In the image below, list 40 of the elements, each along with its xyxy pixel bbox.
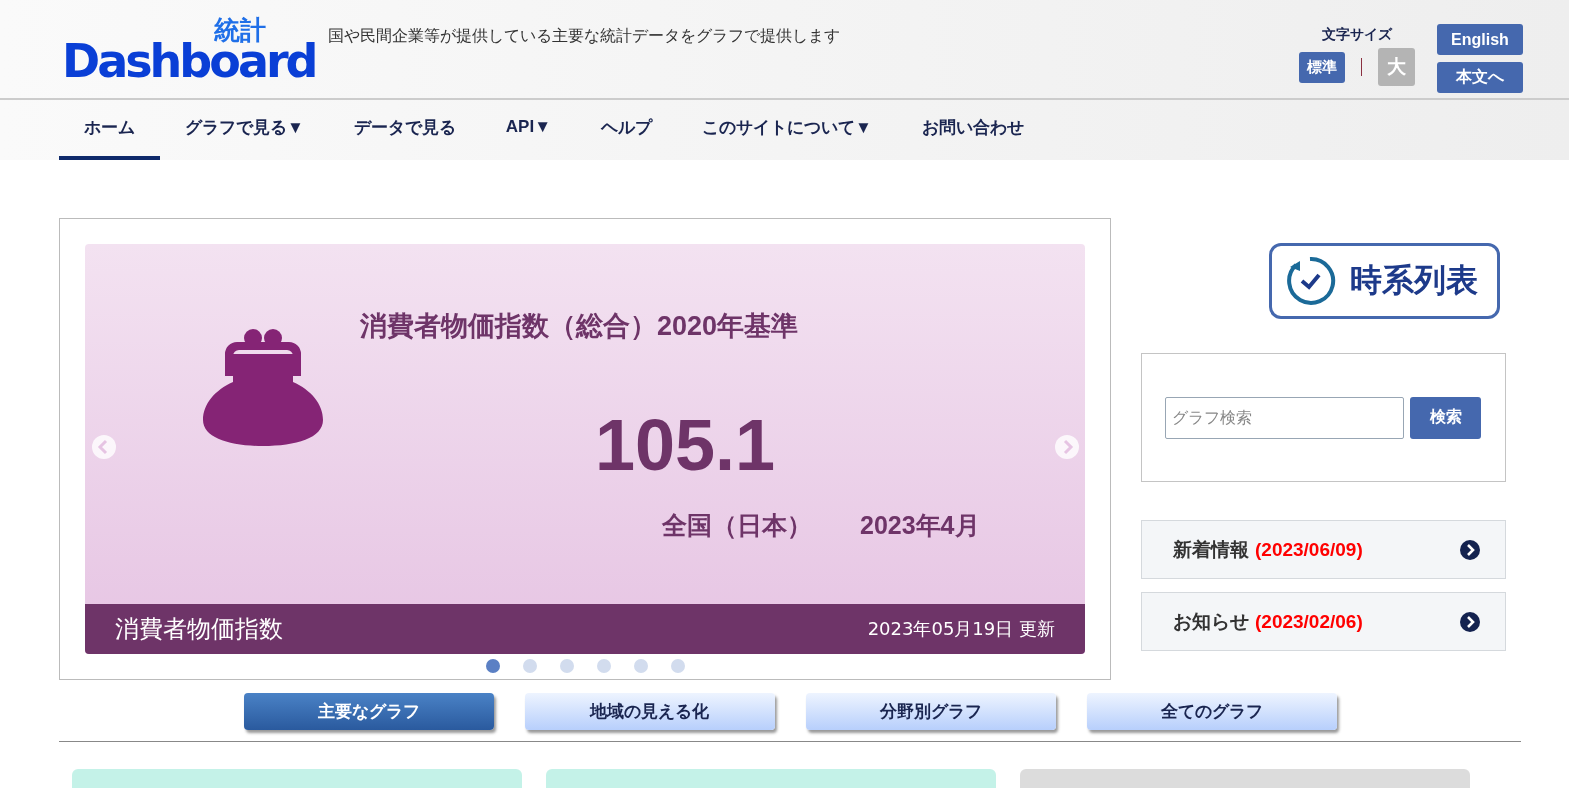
graph-category-tab[interactable]: 地域の見える化 — [524, 693, 775, 730]
link-label: 新着情報 — [1173, 537, 1249, 562]
font-size-label: 文字サイズ — [1321, 26, 1392, 44]
region-label: 全国（日本） — [662, 510, 812, 541]
link-date: (2023/06/09) — [1255, 538, 1363, 561]
header-button[interactable]: English — [1437, 24, 1523, 55]
nav-tab[interactable]: このサイトについて▼ — [677, 98, 897, 160]
graph-category-tab[interactable]: 分野別グラフ — [805, 693, 1056, 730]
link-date: (2023/02/06) — [1255, 610, 1363, 633]
category-label: 消費者物価指数 — [115, 614, 283, 645]
clock-icon — [1284, 255, 1336, 307]
nav-tab[interactable]: グラフで見る▼ — [160, 98, 329, 160]
info-link[interactable]: 新着情報 (2023/06/09) — [1141, 520, 1506, 579]
carousel-dot[interactable] — [670, 659, 685, 673]
timeseries-button[interactable]: 時系列表 — [1269, 243, 1500, 319]
tagline: 国や民間企業等が提供している主要な統計データをグラフで提供します — [327, 26, 840, 47]
info-link[interactable]: お知らせ (2023/02/06) — [1141, 592, 1506, 651]
nav-tab[interactable]: お問い合わせ — [896, 98, 1049, 160]
period-label: 2023年4月 — [860, 510, 980, 541]
carousel-dot[interactable] — [485, 659, 500, 673]
search-field[interactable]: グラフ検索 — [1165, 396, 1404, 439]
search-button[interactable]: 検索 — [1410, 396, 1481, 439]
slide-title: 消費者物価指数（総合）2020年基準 — [360, 310, 799, 343]
nav-tab[interactable]: ヘルプ — [576, 98, 677, 160]
chevron-icon — [1460, 539, 1480, 560]
carousel-dot[interactable] — [596, 659, 611, 673]
nav-tab[interactable]: データで見る — [328, 98, 481, 160]
font-size-option[interactable]: 標準 — [1298, 51, 1345, 83]
header-button[interactable]: 本文へ — [1437, 62, 1523, 93]
carousel-dot[interactable] — [522, 659, 537, 673]
nav-tab[interactable]: ホーム — [59, 98, 160, 160]
index-value: 105.1 — [593, 404, 777, 486]
update-date: 2023年05月19日 更新 — [867, 617, 1055, 641]
chevron-icon — [1460, 611, 1480, 632]
carousel-dot[interactable] — [559, 659, 574, 673]
nav-tab[interactable]: API▼ — [480, 98, 576, 160]
link-label: お知らせ — [1173, 609, 1249, 634]
graph-category-tab[interactable]: 主要なグラフ — [243, 693, 494, 730]
graph-category-tab[interactable]: 全てのグラフ — [1086, 693, 1337, 730]
carousel-dot[interactable] — [633, 659, 648, 673]
